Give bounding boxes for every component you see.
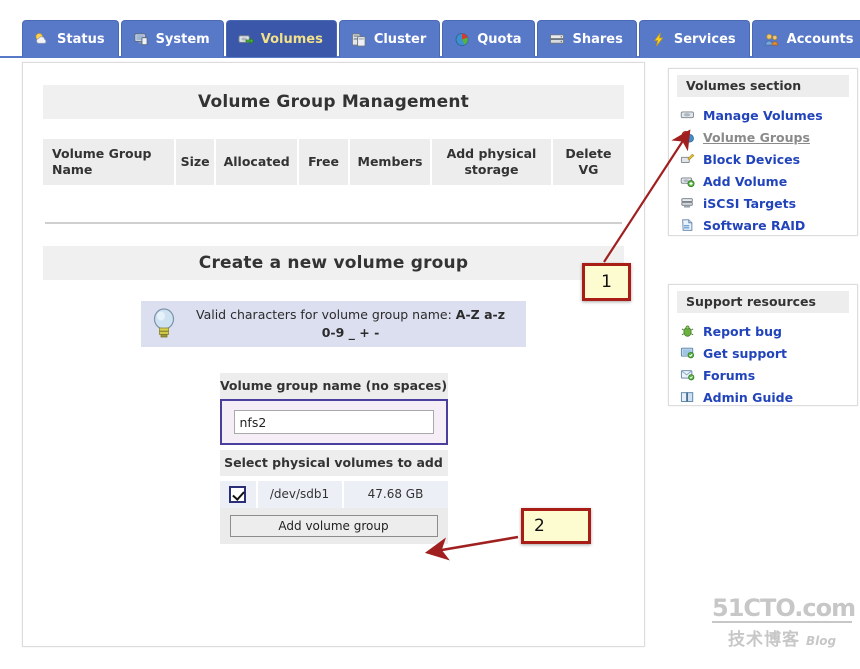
tab-label: Volumes <box>260 31 323 47</box>
create-volume-group-title: Create a new volume group <box>43 246 624 280</box>
volume-group-name-label: Volume group name (no spaces) <box>219 373 448 400</box>
sidebar-item-label: Volume Groups <box>703 129 810 145</box>
sidebar-item-manage-volumes[interactable]: Manage Volumes <box>669 104 857 126</box>
create-volume-group-form: Volume group name (no spaces) Select phy… <box>219 373 448 545</box>
add-volume-icon <box>680 177 695 188</box>
watermark-chinese: 技术博客 <box>727 630 800 650</box>
sidebar-item-volume-groups[interactable]: Volume Groups <box>669 126 857 148</box>
tab-label: Shares <box>572 31 623 47</box>
site-watermark: 51CTO.com 技术博客 Blog <box>712 594 856 650</box>
tab-volumes[interactable]: Volumes <box>225 20 337 57</box>
sidebar-item-label: Manage Volumes <box>703 107 823 123</box>
sidebar-item-forums[interactable]: Forums <box>669 364 857 386</box>
physical-volume-device: /dev/sdb1 <box>257 481 342 509</box>
submit-row: Add volume group <box>219 508 448 545</box>
pie-chart-icon <box>455 32 469 46</box>
tab-accounts[interactable]: Accounts <box>751 20 860 57</box>
tab-label: System <box>155 31 210 47</box>
tab-cluster[interactable]: Cluster <box>338 20 441 57</box>
sidebar-item-label: Report bug <box>703 323 782 339</box>
sidebar-item-label: Add Volume <box>703 173 788 189</box>
block-device-icon <box>680 153 695 163</box>
sidebar-item-label: Forums <box>703 367 756 383</box>
add-volume-group-button[interactable]: Add volume group <box>229 515 438 538</box>
weather-sun-cloud-icon <box>35 32 47 44</box>
watermark-domain: 51CTO.com <box>712 594 856 623</box>
lightbulb-icon <box>151 306 177 342</box>
annotation-callout-2: 2 <box>521 508 591 544</box>
tab-label: Status <box>57 31 105 47</box>
sidebar-item-add-volume[interactable]: Add Volume <box>669 170 857 192</box>
tab-shares[interactable]: Shares <box>537 20 637 57</box>
tab-label: Services <box>673 31 736 47</box>
software-raid-icon <box>682 219 693 231</box>
volume-group-name-input[interactable] <box>233 410 434 435</box>
watermark-subtitle: 技术博客 Blog <box>712 625 852 650</box>
main-content-card: Volume Group Management Volume Group Nam… <box>22 62 645 647</box>
lightning-bolt-icon <box>653 32 664 46</box>
section-divider <box>45 222 622 224</box>
volume-group-table-header: Volume Group Name Size Allocated Free Member… <box>43 139 624 185</box>
users-group-icon <box>764 33 778 45</box>
support-resources-panel: Support resources Report bug Get support F… <box>668 284 858 406</box>
column-header: Size <box>176 139 215 185</box>
sidebar-item-software-raid[interactable]: Software RAID <box>669 214 857 236</box>
sidebar-item-label: iSCSI Targets <box>703 195 797 211</box>
column-header: Volume Group Name <box>43 139 175 185</box>
volume-group-name-input-wrapper <box>219 399 448 446</box>
volumes-section-links: Manage Volumes Volume Groups Block Devices… <box>669 104 857 236</box>
support-resources-links: Report bug Get support Forums Admin Guide <box>669 320 857 408</box>
sidebar-item-label: Block Devices <box>703 151 801 167</box>
tab-system[interactable]: System <box>120 20 224 57</box>
servers-stack-icon <box>351 32 366 47</box>
sidebar-item-iscsi-targets[interactable]: iSCSI Targets <box>669 192 857 214</box>
tab-list: Status System Volumes Cluster Quota Shares Ser… <box>22 20 860 57</box>
column-header: Allocated <box>216 139 298 185</box>
volumes-section-heading: Volumes section <box>677 75 849 97</box>
iscsi-target-icon <box>681 198 693 208</box>
select-physical-volumes-label: Select physical volumes to add <box>219 450 448 477</box>
tab-status[interactable]: Status <box>22 20 119 57</box>
support-screen-icon <box>680 347 694 359</box>
volume-group-icon <box>681 131 694 143</box>
annotation-callout-1: 1 <box>582 263 631 301</box>
column-header: Free <box>299 139 348 185</box>
sidebar-item-label: Admin Guide <box>703 389 794 405</box>
column-header: Delete VG <box>552 139 624 185</box>
sidebar-item-admin-guide[interactable]: Admin Guide <box>669 386 857 408</box>
sidebar-item-block-devices[interactable]: Block Devices <box>669 148 857 170</box>
valid-characters-tip: Valid characters for volume group name: … <box>141 301 526 348</box>
physical-volume-size: 47.68 GB <box>343 481 448 509</box>
forum-icon <box>680 370 695 381</box>
tab-services[interactable]: Services <box>638 20 750 57</box>
sidebar-item-label: Software RAID <box>703 217 806 233</box>
main-navigation-bar: Status System Volumes Cluster Quota Shares Ser… <box>0 20 860 58</box>
physical-volume-row: /dev/sdb1 47.68 GB <box>219 481 448 509</box>
volumes-section-panel: Volumes section Manage Volumes Volume Gro… <box>668 68 858 236</box>
bug-icon <box>681 325 694 337</box>
book-icon <box>680 392 694 402</box>
drive-shares-icon <box>550 33 565 44</box>
physical-volume-list: /dev/sdb1 47.68 GB <box>219 481 448 509</box>
sidebar-item-get-support[interactable]: Get support <box>669 342 857 364</box>
page-root: Status System Volumes Cluster Quota Shares Ser… <box>0 0 860 669</box>
disk-export-icon <box>238 34 254 45</box>
column-header: Members <box>349 139 430 185</box>
sidebar-item-label: Get support <box>703 345 788 361</box>
tab-label: Quota <box>477 31 522 47</box>
physical-volume-checkbox-cell[interactable] <box>219 481 256 509</box>
checkbox-checked-icon[interactable] <box>229 486 246 504</box>
tip-prefix: Valid characters for volume group name: <box>196 307 456 322</box>
monitor-icon <box>134 32 148 45</box>
tab-quota[interactable]: Quota <box>442 20 536 57</box>
volume-group-management-title: Volume Group Management <box>43 85 624 119</box>
tab-label: Accounts <box>786 31 854 47</box>
support-resources-heading: Support resources <box>677 291 849 313</box>
column-header: Add physical storage <box>431 139 551 185</box>
tab-label: Cluster <box>373 31 427 47</box>
valid-characters-text: Valid characters for volume group name: … <box>189 306 512 342</box>
watermark-blog: Blog <box>805 634 837 648</box>
sidebar-item-report-bug[interactable]: Report bug <box>669 320 857 342</box>
drive-icon <box>680 111 694 119</box>
